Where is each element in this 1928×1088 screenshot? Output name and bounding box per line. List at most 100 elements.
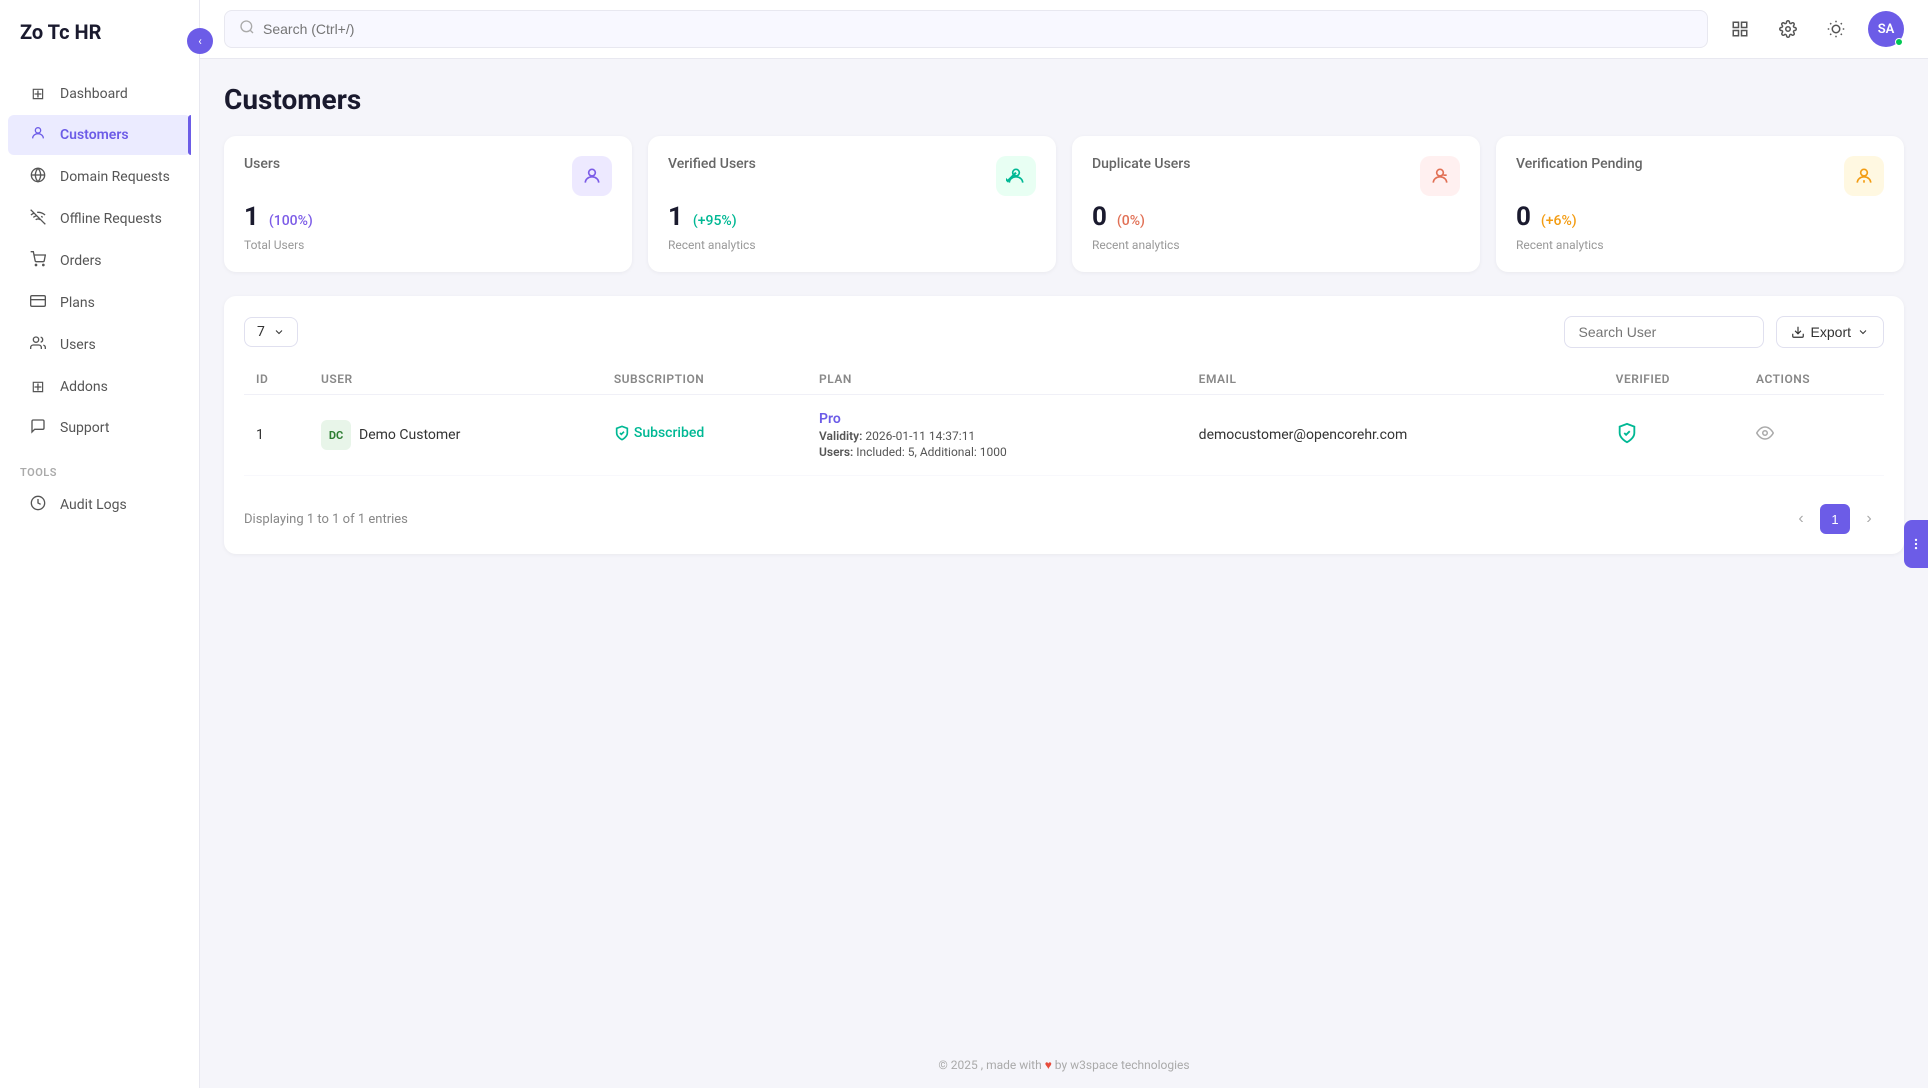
stat-percent: (+95%) (693, 213, 737, 229)
verified-icon (1616, 425, 1638, 449)
stat-value: 0 (1092, 202, 1107, 232)
cell-actions (1744, 395, 1884, 476)
topbar-icons: SA (1724, 11, 1904, 47)
stat-sublabel: Recent analytics (668, 238, 1036, 252)
stat-card-users: Users 1 (100%) Total Users (224, 136, 632, 272)
plan-validity: Validity: 2026-01-11 14:37:11 (819, 429, 1175, 443)
stat-icon-verified (996, 156, 1036, 196)
tools-section-label: TOOLS (0, 450, 199, 483)
support-icon (28, 418, 48, 438)
app-title: Zo Tc HR (20, 20, 102, 44)
sidebar-item-plans[interactable]: Plans (8, 283, 191, 323)
col-subscription: SUBSCRIPTION (602, 364, 807, 395)
stat-value-row: 0 (0%) (1092, 202, 1460, 232)
grid-icon[interactable] (1724, 13, 1756, 45)
search-input[interactable] (263, 21, 1693, 37)
search-box[interactable] (224, 10, 1708, 48)
stat-card-header: Verification Pending (1516, 156, 1884, 196)
col-email: EMAIL (1187, 364, 1604, 395)
sidebar-item-customers[interactable]: Customers (8, 115, 191, 155)
user-name: Demo Customer (359, 427, 460, 443)
cell-email: democustomer@opencorehr.com (1187, 395, 1604, 476)
settings-icon[interactable] (1772, 13, 1804, 45)
stats-grid: Users 1 (100%) Total Users Verified User… (224, 136, 1904, 272)
stat-label: Duplicate Users (1092, 156, 1190, 172)
main-content: SA Customers Users 1 (100%) Total Us (200, 0, 1928, 1088)
cell-subscription: Subscribed (602, 395, 807, 476)
stat-value: 1 (244, 202, 259, 232)
stat-label: Verification Pending (1516, 156, 1643, 172)
sidebar-item-label: Audit Logs (60, 497, 127, 513)
col-actions: ACTIONS (1744, 364, 1884, 395)
sidebar-item-offline-requests[interactable]: Offline Requests (8, 199, 191, 239)
plan-name: Pro (819, 411, 1175, 427)
page-1-button[interactable]: 1 (1820, 504, 1850, 534)
search-user-input[interactable] (1564, 316, 1764, 348)
table-controls: 7 Export (244, 316, 1884, 348)
stat-percent: (0%) (1117, 213, 1145, 229)
sidebar: Zo Tc HR ‹ ⊞ Dashboard Customers Domain … (0, 0, 200, 1088)
user-avatar: DC (321, 420, 351, 450)
right-edge-panel[interactable] (1904, 520, 1928, 568)
next-page-button[interactable]: › (1854, 504, 1884, 534)
stat-label: Users (244, 156, 280, 172)
sidebar-toggle-button[interactable]: ‹ (187, 28, 213, 54)
per-page-select[interactable]: 7 (244, 317, 298, 347)
app-logo: Zo Tc HR (0, 0, 199, 64)
sidebar-item-dashboard[interactable]: ⊞ Dashboard (8, 74, 191, 113)
search-icon (239, 19, 255, 39)
view-action-icon[interactable] (1756, 426, 1774, 447)
user-cell: DC Demo Customer (321, 420, 590, 450)
sidebar-item-audit-logs[interactable]: Audit Logs (8, 485, 191, 525)
customers-table: ID USER SUBSCRIPTION PLAN EMAIL VERIFIED… (244, 364, 1884, 476)
per-page-value: 7 (257, 324, 265, 340)
sidebar-item-label: Users (60, 337, 96, 353)
cell-verified (1604, 395, 1744, 476)
plan-users: Users: Included: 5, Additional: 1000 (819, 445, 1175, 459)
sidebar-item-domain-requests[interactable]: Domain Requests (8, 157, 191, 197)
stat-value: 0 (1516, 202, 1531, 232)
domain-requests-icon (28, 167, 48, 187)
avatar[interactable]: SA (1868, 11, 1904, 47)
col-user: USER (309, 364, 602, 395)
sidebar-item-addons[interactable]: ⊞ Addons (8, 367, 191, 406)
sidebar-item-label: Dashboard (60, 86, 128, 102)
content-area: Customers Users 1 (100%) Total Users V (200, 59, 1928, 1042)
avatar-initials: SA (1878, 22, 1895, 37)
export-button[interactable]: Export (1776, 316, 1884, 348)
pagination: ‹ 1 › (1786, 504, 1884, 534)
sidebar-item-label: Orders (60, 253, 102, 269)
stat-value-row: 1 (100%) (244, 202, 612, 232)
plans-icon (28, 293, 48, 313)
stat-icon-pending (1844, 156, 1884, 196)
brightness-icon[interactable] (1820, 13, 1852, 45)
col-verified: VERIFIED (1604, 364, 1744, 395)
active-indicator (188, 115, 191, 155)
online-indicator (1895, 38, 1903, 46)
stat-sublabel: Recent analytics (1516, 238, 1884, 252)
sidebar-item-label: Support (60, 420, 109, 436)
stat-sublabel: Recent analytics (1092, 238, 1460, 252)
stat-card-header: Users (244, 156, 612, 196)
table-header-row: ID USER SUBSCRIPTION PLAN EMAIL VERIFIED… (244, 364, 1884, 395)
subscription-status: Subscribed (634, 425, 704, 441)
sidebar-item-label: Addons (60, 379, 108, 395)
sidebar-item-support[interactable]: Support (8, 408, 191, 448)
stat-card-verified-users: Verified Users 1 (+95%) Recent analytics (648, 136, 1056, 272)
export-label: Export (1811, 324, 1851, 340)
sidebar-navigation: ⊞ Dashboard Customers Domain Requests Of… (0, 64, 199, 1088)
dashboard-icon: ⊞ (28, 84, 48, 103)
stat-card-duplicate-users: Duplicate Users 0 (0%) Recent analytics (1072, 136, 1480, 272)
customers-table-section: 7 Export ID USER SUB (224, 296, 1904, 554)
sidebar-item-orders[interactable]: Orders (8, 241, 191, 281)
stat-value-row: 0 (+6%) (1516, 202, 1884, 232)
app-footer: © 2025 , made with ♥ by w3space technolo… (200, 1042, 1928, 1088)
stat-percent: (+6%) (1541, 213, 1577, 229)
cell-id: 1 (244, 395, 309, 476)
stat-sublabel: Total Users (244, 238, 612, 252)
sidebar-item-label: Customers (60, 127, 129, 143)
stat-icon-users (572, 156, 612, 196)
sidebar-item-users[interactable]: Users (8, 325, 191, 365)
prev-page-button[interactable]: ‹ (1786, 504, 1816, 534)
table-row: 1 DC Demo Customer Subscribed (244, 395, 1884, 476)
